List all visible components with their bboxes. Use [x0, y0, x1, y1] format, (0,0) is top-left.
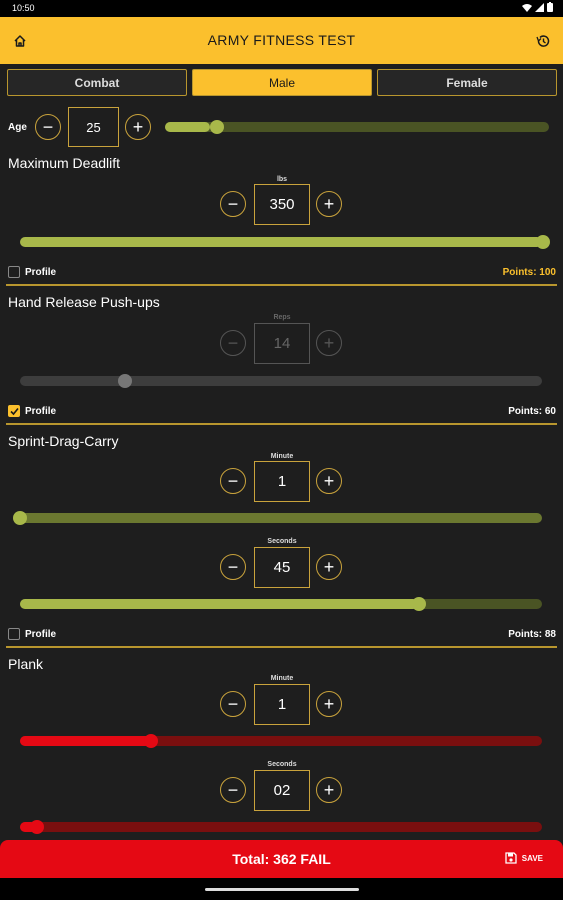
- plank-seconds-slider-thumb[interactable]: [30, 820, 44, 834]
- tab-female[interactable]: Female: [377, 69, 557, 96]
- deadlift-divider: [6, 284, 557, 286]
- deadlift-title: Maximum Deadlift: [8, 155, 121, 171]
- check-icon: [9, 407, 19, 415]
- sdc-seconds-value[interactable]: 45: [254, 547, 310, 588]
- pushups-slider-thumb[interactable]: [118, 374, 132, 388]
- tab-combat[interactable]: Combat: [7, 69, 187, 96]
- history-icon[interactable]: [535, 33, 551, 49]
- home-gesture-pill[interactable]: [205, 888, 359, 891]
- pushups-decrement-button[interactable]: −: [220, 330, 246, 356]
- sdc-seconds-slider-thumb[interactable]: [412, 597, 426, 611]
- pushups-unit: Reps: [273, 314, 291, 321]
- deadlift-points: Points: 100: [502, 267, 556, 278]
- sdc-divider: [6, 646, 557, 648]
- plank-seconds-value[interactable]: 02: [254, 770, 310, 811]
- navigation-bar: [0, 878, 563, 900]
- deadlift-value[interactable]: 350: [254, 184, 310, 225]
- signal-icon: [535, 2, 544, 12]
- pushups-profile-checkbox[interactable]: [8, 405, 20, 417]
- deadlift-slider-thumb[interactable]: [536, 235, 550, 249]
- sdc-seconds-slider-fill: [20, 599, 418, 609]
- tab-combat-label: Combat: [74, 75, 120, 90]
- wifi-icon: [522, 3, 532, 12]
- sdc-seconds-increment-button[interactable]: +: [316, 554, 342, 580]
- status-icons: [522, 2, 553, 12]
- save-label: SAVE: [521, 853, 543, 863]
- sdc-minute-value[interactable]: 1: [254, 461, 310, 502]
- age-increment-button[interactable]: +: [125, 114, 151, 140]
- sdc-profile-checkbox[interactable]: [8, 628, 20, 640]
- plank-seconds-decrement-button[interactable]: −: [220, 777, 246, 803]
- deadlift-profile-label: Profile: [25, 267, 57, 278]
- status-bar: 10:50: [0, 0, 563, 17]
- sdc-minute-slider-thumb[interactable]: [13, 511, 27, 525]
- total-footer: Total: 362 FAIL SAVE: [0, 840, 563, 878]
- plank-seconds-increment-button[interactable]: +: [316, 777, 342, 803]
- sdc-seconds-decrement-button[interactable]: −: [220, 554, 246, 580]
- pushups-value[interactable]: 14: [254, 323, 310, 364]
- age-value[interactable]: 25: [68, 107, 119, 147]
- age-decrement-button[interactable]: −: [35, 114, 61, 140]
- sdc-points: Points: 88: [508, 629, 556, 640]
- plank-minute-value[interactable]: 1: [254, 684, 310, 725]
- deadlift-increment-button[interactable]: +: [316, 191, 342, 217]
- age-label: Age: [8, 122, 27, 133]
- sdc-profile-label: Profile: [25, 629, 57, 640]
- pushups-points: Points: 60: [508, 406, 556, 417]
- deadlift-slider[interactable]: [20, 237, 542, 247]
- plank-seconds-slider[interactable]: [20, 822, 542, 832]
- tab-female-label: Female: [446, 75, 488, 90]
- sdc-seconds-unit: Seconds: [267, 538, 297, 545]
- sdc-minute-slider[interactable]: [20, 513, 542, 523]
- plank-minute-slider-fill: [20, 736, 152, 746]
- total-score: Total: 362 FAIL: [232, 851, 331, 867]
- pushups-profile-label: Profile: [25, 406, 57, 417]
- deadlift-unit: lbs: [276, 176, 288, 183]
- save-button[interactable]: SAVE: [505, 852, 543, 864]
- sdc-minute-unit: Minute: [270, 453, 294, 460]
- battery-icon: [547, 2, 553, 12]
- app-title: ARMY FITNESS TEST: [207, 32, 356, 48]
- pushups-title: Hand Release Push-ups: [8, 294, 160, 310]
- save-icon: [505, 852, 517, 864]
- plank-minute-slider-thumb[interactable]: [144, 734, 158, 748]
- deadlift-decrement-button[interactable]: −: [220, 191, 246, 217]
- sdc-title: Sprint-Drag-Carry: [8, 433, 119, 449]
- pushups-divider: [6, 423, 557, 425]
- plank-title: Plank: [8, 656, 44, 672]
- plank-seconds-unit: Seconds: [267, 761, 297, 768]
- age-slider-fill: [165, 122, 210, 132]
- status-time: 10:50: [12, 3, 35, 13]
- tab-male-label: Male: [268, 75, 295, 90]
- sdc-minute-decrement-button[interactable]: −: [220, 468, 246, 494]
- app-bar: ARMY FITNESS TEST: [0, 17, 563, 64]
- deadlift-profile-checkbox[interactable]: [8, 266, 20, 278]
- age-slider-thumb[interactable]: [210, 120, 224, 134]
- pushups-slider[interactable]: [20, 376, 542, 386]
- plank-minute-decrement-button[interactable]: −: [220, 691, 246, 717]
- sdc-minute-increment-button[interactable]: +: [316, 468, 342, 494]
- pushups-increment-button[interactable]: +: [316, 330, 342, 356]
- tab-male[interactable]: Male: [192, 69, 372, 96]
- plank-minute-increment-button[interactable]: +: [316, 691, 342, 717]
- plank-minute-unit: Minute: [270, 675, 294, 682]
